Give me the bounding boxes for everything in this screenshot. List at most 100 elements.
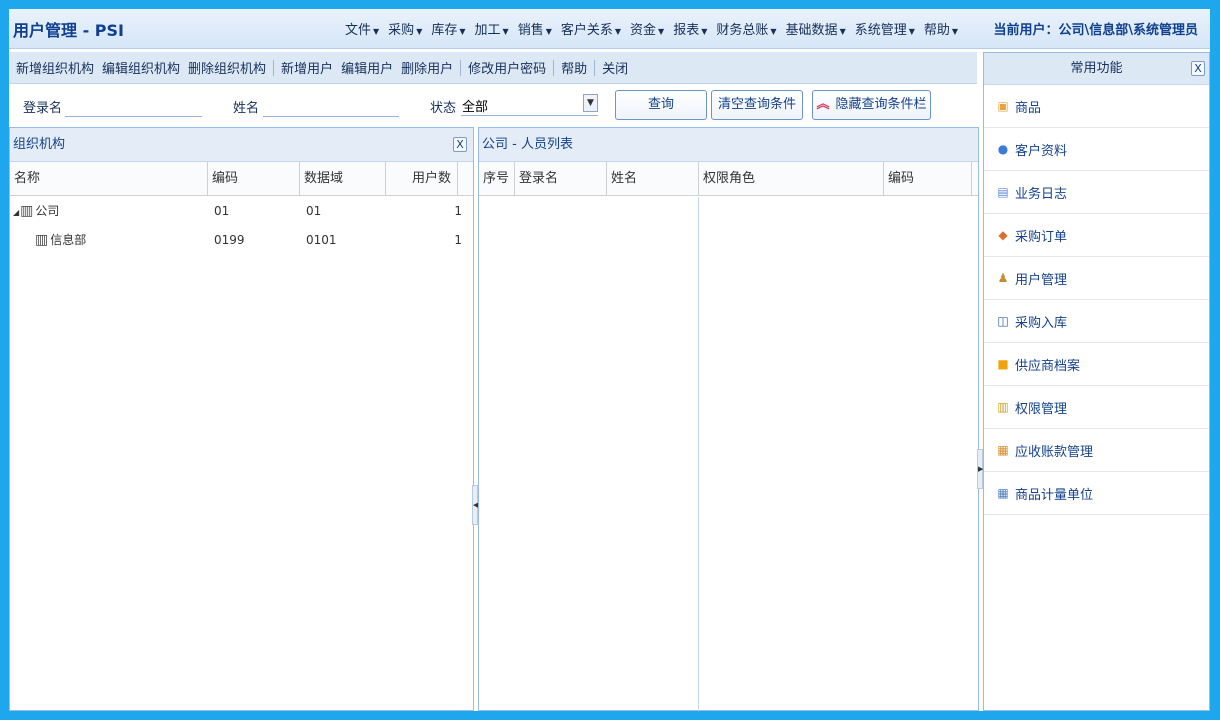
menu-general-ledger[interactable]: 财务总账 ▼ [716, 19, 776, 38]
sidebar-item-user-management[interactable]: ♟ 用户管理 [984, 257, 1209, 300]
sidebar-item-units[interactable]: ▦ 商品计量单位 [984, 472, 1209, 515]
user-management-icon: ♟ [997, 271, 1009, 285]
app-header: 用户管理 - PSI 文件 ▼ 采购 ▼ 库存 ▼ 加工 ▼ 销售 ▼ 客户关系 ▼ 资金 ▼… [9, 9, 1210, 49]
org-data-domain: 0101 [306, 232, 337, 247]
toolbar-separator [594, 59, 596, 76]
sidebar-item-purchase-order[interactable]: ◆ 采购订单 [984, 214, 1209, 257]
sidebar-item-label: 业务日志 [1015, 186, 1068, 202]
building-icon: ▥ [35, 232, 49, 248]
sidebar-item-label: 应收账款管理 [1015, 444, 1094, 460]
query-bar: 登录名 姓名 状态 全部 ▼ 查询 清空查询条件 ︽ 隐藏查询条件栏 [9, 87, 977, 125]
menu-file[interactable]: 文件 ▼ [345, 19, 379, 38]
column-header-user-count[interactable]: 用户数 [386, 162, 458, 195]
caret-down-icon: ▼ [614, 27, 622, 36]
caret-down-icon: ▼ [416, 27, 423, 36]
table-row[interactable]: ▥ 信息部 0199 0101 1 [10, 225, 473, 254]
user-list-title: 公司 - 人员列表 [482, 137, 573, 152]
sidebar-item-label: 客户资料 [1015, 143, 1068, 159]
sidebar-item-label: 供应商档案 [1015, 358, 1081, 374]
delete-user-button[interactable]: 删除用户 [397, 58, 457, 77]
log-icon: ▤ [997, 185, 1009, 199]
name-label: 姓名 [233, 101, 260, 116]
sidebar-item-label: 商品 [1015, 100, 1042, 116]
purchase-inbound-icon: ◫ [997, 314, 1009, 328]
sidebar-item-purchase-inbound[interactable]: ◫ 采购入库 [984, 300, 1209, 343]
column-header-data-domain[interactable]: 数据域 [300, 162, 386, 195]
column-header-name[interactable]: 姓名 [607, 162, 699, 195]
sidebar-item-label: 权限管理 [1015, 401, 1068, 417]
org-code: 0199 [214, 232, 245, 247]
change-password-button[interactable]: 修改用户密码 [464, 58, 550, 77]
edit-org-button[interactable]: 编辑组织机构 [98, 58, 184, 77]
sidebar-item-business-log[interactable]: ▤ 业务日志 [984, 171, 1209, 214]
caret-down-icon: ▼ [839, 27, 846, 36]
hide-query-bar-button[interactable]: ︽ 隐藏查询条件栏 [812, 90, 931, 120]
org-name-cell: ◢▥ 公司 [10, 202, 212, 219]
product-icon: ▣ [997, 99, 1009, 113]
add-user-button[interactable]: 新增用户 [277, 58, 337, 77]
help-button[interactable]: 帮助 [557, 58, 591, 77]
login-name-input[interactable] [65, 97, 202, 117]
column-header-index[interactable]: 序号 [479, 162, 515, 195]
org-name: 公司 [35, 204, 60, 218]
delete-org-button[interactable]: 删除组织机构 [184, 58, 270, 77]
current-user: 当前用户：公司\信息部\系统管理员 [993, 23, 1199, 38]
status-select-value: 全部 [462, 100, 489, 115]
org-name-cell: ▥ 信息部 [10, 231, 212, 248]
column-header-code[interactable]: 编码 [884, 162, 972, 195]
app-window: 用户管理 - PSI 文件 ▼ 采购 ▼ 库存 ▼ 加工 ▼ 销售 ▼ 客户关系 ▼ 资金 ▼… [9, 9, 1210, 711]
close-button[interactable]: 关闭 [598, 58, 632, 77]
permission-lock-icon: ▥ [997, 400, 1009, 414]
name-input[interactable] [263, 97, 399, 117]
sidebar-item-receivables[interactable]: ▦ 应收账款管理 [984, 429, 1209, 472]
menu-sales[interactable]: 销售 ▼ [518, 19, 552, 38]
sidebar-item-permissions[interactable]: ▥ 权限管理 [984, 386, 1209, 429]
sidebar-item-product[interactable]: ▣ 商品 [984, 85, 1209, 128]
menu-system-management[interactable]: 系统管理 ▼ [855, 19, 915, 38]
org-data-domain: 01 [306, 203, 322, 218]
menu-reports[interactable]: 报表 ▼ [673, 19, 707, 38]
add-org-button[interactable]: 新增组织机构 [12, 58, 98, 77]
menu-processing[interactable]: 加工 ▼ [475, 19, 509, 38]
org-panel-header: 组织机构 X [10, 128, 473, 162]
chevron-down-icon[interactable]: ▼ [583, 94, 598, 112]
sidebar-item-label: 用户管理 [1015, 272, 1068, 288]
column-header-name[interactable]: 名称 [10, 162, 208, 195]
status-select[interactable]: 全部 ▼ [461, 94, 598, 116]
supplier-icon: ■ [997, 357, 1009, 371]
query-button[interactable]: 查询 [615, 90, 707, 120]
org-user-count: 1 [454, 232, 462, 247]
column-header-code[interactable]: 编码 [208, 162, 300, 195]
caret-down-icon: ▼ [373, 27, 380, 36]
sidebar-close-icon[interactable]: X [1191, 61, 1205, 76]
caret-down-icon: ▼ [658, 27, 665, 36]
caret-down-icon: ▼ [545, 27, 552, 36]
menu-help[interactable]: 帮助 ▼ [924, 19, 958, 38]
org-panel: 组织机构 X 名称 编码 数据域 用户数 ◢▥ 公司 01 01 1 ▥ 信息部 0… [9, 127, 474, 711]
tree-expanded-arrow-icon[interactable]: ◢ [13, 208, 19, 217]
sidebar-item-customer[interactable]: ● 客户资料 [984, 128, 1209, 171]
receivables-icon: ▦ [997, 443, 1009, 457]
sidebar-item-label: 采购订单 [1015, 229, 1068, 245]
org-code: 01 [214, 203, 230, 218]
menu-inventory[interactable]: 库存 ▼ [431, 19, 465, 38]
main-menu: 文件 ▼ 采购 ▼ 库存 ▼ 加工 ▼ 销售 ▼ 客户关系 ▼ 资金 ▼ 报表 ▼ 财务总账 ▼ … [345, 19, 967, 38]
sidebar-item-supplier[interactable]: ■ 供应商档案 [984, 343, 1209, 386]
toolbar: 新增组织机构 编辑组织机构 删除组织机构 新增用户 编辑用户 删除用户 修改用户… [9, 52, 977, 84]
menu-crm[interactable]: 客户关系 ▼ [561, 19, 621, 38]
table-row[interactable]: ◢▥ 公司 01 01 1 [10, 196, 473, 225]
column-header-role[interactable]: 权限角色 [699, 162, 884, 195]
menu-purchase[interactable]: 采购 ▼ [388, 19, 422, 38]
toolbar-separator [460, 59, 462, 76]
hide-query-bar-label: 隐藏查询条件栏 [835, 97, 927, 112]
org-panel-close-icon[interactable]: X [453, 137, 467, 152]
edit-user-button[interactable]: 编辑用户 [337, 58, 397, 77]
sidebar-title: 常用功能 [1070, 61, 1123, 76]
column-header-login-name[interactable]: 登录名 [515, 162, 607, 195]
menu-funds[interactable]: 资金 ▼ [630, 19, 664, 38]
user-table-header: 序号 登录名 姓名 权限角色 编码 [479, 162, 978, 196]
clear-query-button[interactable]: 清空查询条件 [711, 90, 803, 120]
sidebar-item-label: 商品计量单位 [1015, 487, 1094, 503]
menu-basic-data[interactable]: 基础数据 ▼ [786, 19, 846, 38]
caret-down-icon: ▼ [701, 27, 708, 36]
